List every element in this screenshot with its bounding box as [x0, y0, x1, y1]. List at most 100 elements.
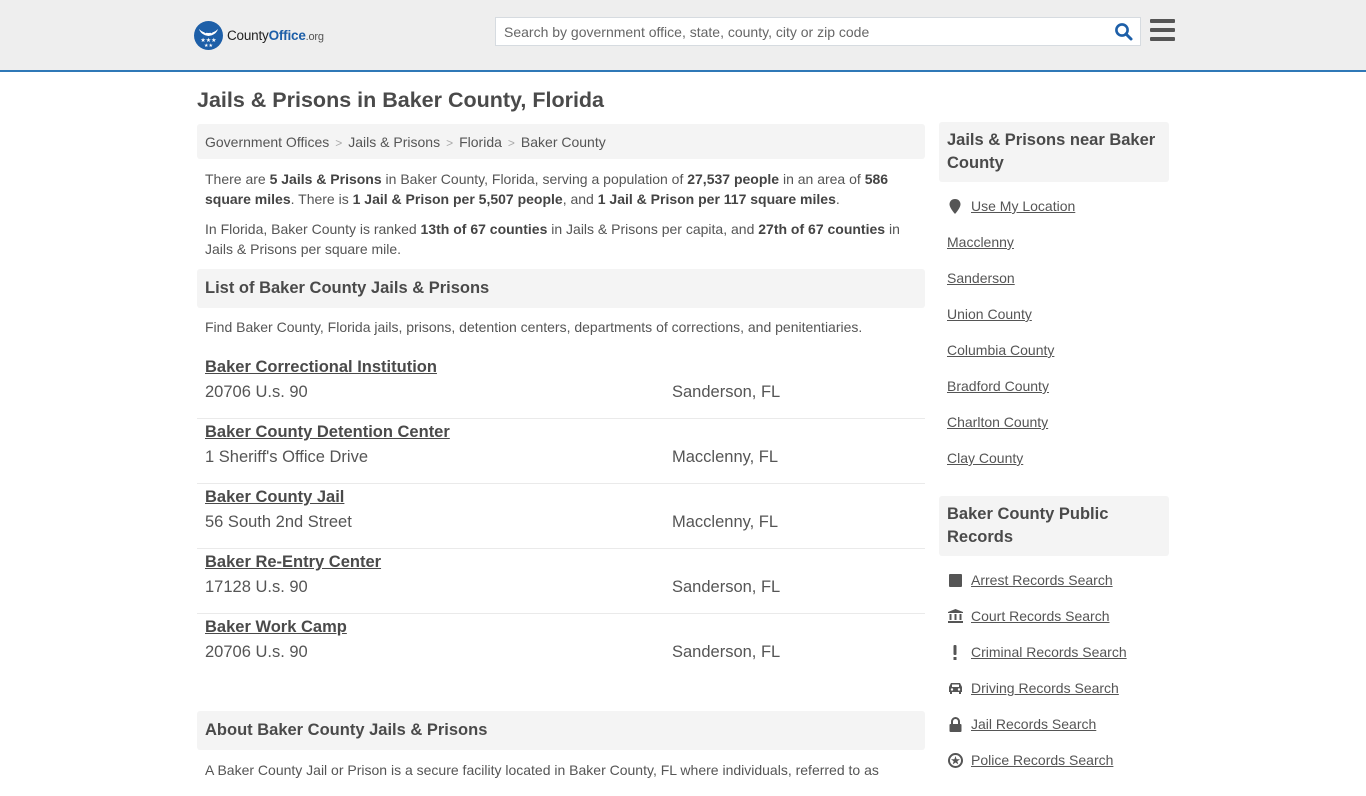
intro-highlight: 27th of 67 counties [758, 221, 886, 237]
intro-text-segment: . [835, 191, 840, 207]
facility-item: Baker Work Camp 20706 U.s. 90 Sanderson,… [197, 614, 925, 679]
sidebar: Jails & Prisons near Baker County Use My… [939, 122, 1169, 778]
breadcrumb-separator: > [335, 136, 343, 150]
facility-address: 20706 U.s. 90 [205, 643, 308, 661]
facility-name-link[interactable]: Baker Work Camp [205, 618, 347, 637]
police-records-link[interactable]: Police Records Search [971, 752, 1113, 768]
nearby-item: Union County [947, 296, 1161, 332]
site-header: ★★★ ★★ CountyOffice.org [0, 0, 1366, 72]
facility-name-link[interactable]: Baker County Jail [205, 488, 344, 507]
public-records-heading: Baker County Public Records [939, 496, 1169, 556]
main-content: Government Offices > Jails & Prisons > Flori… [197, 124, 925, 796]
nearby-link-sanderson[interactable]: Sanderson [947, 270, 1015, 286]
nearby-link-macclenny[interactable]: Macclenny [947, 234, 1014, 250]
arrest-records-link[interactable]: Arrest Records Search [971, 572, 1113, 588]
car-icon [947, 680, 963, 696]
breadcrumb: Government Offices > Jails & Prisons > Flori… [197, 124, 925, 159]
nearby-link-charlton-county[interactable]: Charlton County [947, 414, 1048, 430]
intro-text-segment: There are [205, 171, 270, 187]
facility-city: Sanderson, FL [672, 578, 781, 596]
intro-highlight: 1 Jail & Prison per 117 square miles [597, 191, 836, 207]
use-my-location-item: Use My Location [947, 188, 1161, 224]
nearby-list: Use My Location Macclenny Sanderson Unio… [939, 182, 1169, 476]
public-records-list: Arrest Records Search Court Records Sear… [939, 556, 1169, 778]
jail-records-link[interactable]: Jail Records Search [971, 716, 1096, 732]
search-icon[interactable] [1114, 22, 1134, 42]
use-my-location-link[interactable]: Use My Location [971, 198, 1075, 214]
facility-list: Baker Correctional Institution 20706 U.s… [197, 354, 925, 679]
intro-text-segment: in Baker County, Florida, serving a popu… [381, 171, 688, 187]
facility-city: Macclenny, FL [672, 513, 779, 531]
logo-eagle-icon: ★★★ ★★ [194, 20, 223, 50]
facility-address: 1 Sheriff's Office Drive [205, 448, 369, 466]
page-title: Jails & Prisons in Baker County, Florida [197, 88, 605, 112]
nearby-link-clay-county[interactable]: Clay County [947, 450, 1023, 466]
criminal-records-link[interactable]: Criminal Records Search [971, 644, 1127, 660]
facility-address: 56 South 2nd Street [205, 513, 352, 531]
records-item: Court Records Search [947, 598, 1161, 634]
nearby-item: Macclenny [947, 224, 1161, 260]
intro-text-segment: in an area of [779, 171, 865, 187]
records-item: Driving Records Search [947, 670, 1161, 706]
facility-name-link[interactable]: Baker Re-Entry Center [205, 553, 381, 572]
facility-city: Sanderson, FL [672, 383, 781, 401]
intro-text-segment: , and [562, 191, 598, 207]
facility-item: Baker Re-Entry Center 17128 U.s. 90 Sand… [197, 549, 925, 614]
square-icon [947, 572, 963, 588]
nearby-item: Columbia County [947, 332, 1161, 368]
exclamation-icon [947, 644, 963, 660]
about-section-text: A Baker County Jail or Prison is a secur… [205, 762, 879, 778]
nearby-item: Sanderson [947, 260, 1161, 296]
intro-highlight: 13th of 67 counties [420, 221, 548, 237]
intro-text: There are 5 Jails & Prisons in Baker Cou… [197, 159, 925, 259]
facility-address: 20706 U.s. 90 [205, 383, 308, 401]
intro-paragraph-ranking: In Florida, Baker County is ranked 13th … [205, 219, 917, 259]
breadcrumb-government-offices[interactable]: Government Offices [205, 134, 329, 150]
facility-name-link[interactable]: Baker Correctional Institution [205, 358, 437, 377]
lock-icon [947, 716, 963, 732]
hamburger-menu-icon[interactable] [1150, 19, 1175, 41]
nearby-link-columbia-county[interactable]: Columbia County [947, 342, 1054, 358]
nearby-item: Bradford County [947, 368, 1161, 404]
breadcrumb-separator: > [507, 136, 515, 150]
list-section-description: Find Baker County, Florida jails, prison… [205, 319, 863, 335]
nearby-link-union-county[interactable]: Union County [947, 306, 1032, 322]
nearby-item: Clay County [947, 440, 1161, 476]
nearby-item: Charlton County [947, 404, 1161, 440]
facility-item: Baker County Detention Center 1 Sheriff'… [197, 419, 925, 484]
breadcrumb-jails-prisons[interactable]: Jails & Prisons [348, 134, 440, 150]
intro-text-segment: in Jails & Prisons per capita, and [547, 221, 759, 237]
intro-text-segment: In Florida, Baker County is ranked [205, 221, 421, 237]
facility-item: Baker Correctional Institution 20706 U.s… [197, 354, 925, 419]
search-box [495, 17, 1141, 46]
police-icon [947, 752, 963, 768]
facility-item: Baker County Jail 56 South 2nd Street Ma… [197, 484, 925, 549]
breadcrumb-baker-county[interactable]: Baker County [521, 134, 606, 150]
driving-records-link[interactable]: Driving Records Search [971, 680, 1119, 696]
facility-city: Sanderson, FL [672, 643, 781, 661]
facility-city: Macclenny, FL [672, 448, 779, 466]
intro-highlight: 27,537 people [687, 171, 780, 187]
nearby-heading: Jails & Prisons near Baker County [939, 122, 1169, 182]
intro-highlight: 1 Jail & Prison per 5,507 people [352, 191, 563, 207]
search-input[interactable] [496, 18, 1106, 45]
map-marker-icon [947, 198, 963, 214]
records-item: Arrest Records Search [947, 562, 1161, 598]
nearby-link-bradford-county[interactable]: Bradford County [947, 378, 1049, 394]
intro-highlight: 5 Jails & Prisons [269, 171, 382, 187]
records-item: Police Records Search [947, 742, 1161, 778]
list-section-heading: List of Baker County Jails & Prisons [197, 269, 925, 308]
records-item: Jail Records Search [947, 706, 1161, 742]
intro-paragraph-stats: There are 5 Jails & Prisons in Baker Cou… [205, 169, 917, 209]
intro-text-segment: . There is [290, 191, 353, 207]
about-section-heading: About Baker County Jails & Prisons [197, 711, 925, 750]
court-records-link[interactable]: Court Records Search [971, 608, 1110, 624]
breadcrumb-separator: > [446, 136, 454, 150]
records-item: Criminal Records Search [947, 634, 1161, 670]
facility-name-link[interactable]: Baker County Detention Center [205, 423, 450, 442]
facility-address: 17128 U.s. 90 [205, 578, 308, 596]
svg-text:★★: ★★ [204, 43, 213, 49]
site-logo[interactable]: ★★★ ★★ CountyOffice.org [194, 20, 324, 50]
courthouse-icon [947, 608, 963, 624]
breadcrumb-florida[interactable]: Florida [459, 134, 502, 150]
